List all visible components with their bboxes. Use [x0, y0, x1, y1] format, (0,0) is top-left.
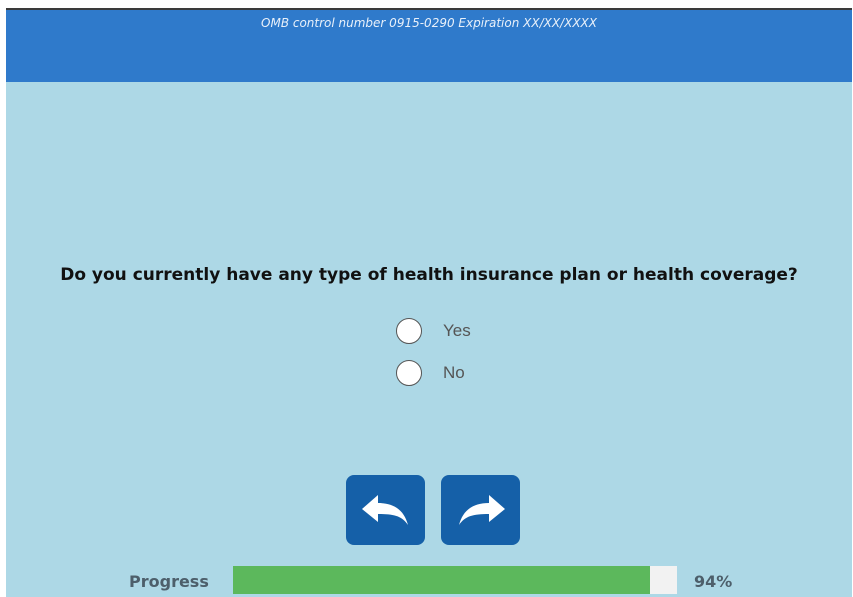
option-no-label[interactable]: No: [443, 363, 465, 383]
progress-bar: [233, 566, 677, 594]
forward-button[interactable]: [441, 475, 520, 545]
forward-arrow-icon: [458, 495, 505, 525]
survey-frame: OMB control number 0915-0290 Expiration …: [6, 8, 852, 597]
progress-percent: 94%: [694, 572, 733, 591]
radio-no[interactable]: [396, 360, 422, 386]
radio-yes[interactable]: [396, 318, 422, 344]
back-arrow-icon: [361, 495, 408, 525]
header-bar: OMB control number 0915-0290 Expiration …: [6, 10, 852, 82]
question-text: Do you currently have any type of health…: [60, 265, 798, 285]
option-yes-label[interactable]: Yes: [443, 321, 471, 341]
progress-bar-fill: [233, 566, 651, 594]
back-button[interactable]: [346, 475, 425, 545]
progress-label: Progress: [129, 572, 209, 591]
omb-control-text: OMB control number 0915-0290 Expiration …: [261, 16, 597, 30]
option-no[interactable]: No: [396, 358, 465, 388]
option-yes[interactable]: Yes: [396, 316, 471, 346]
